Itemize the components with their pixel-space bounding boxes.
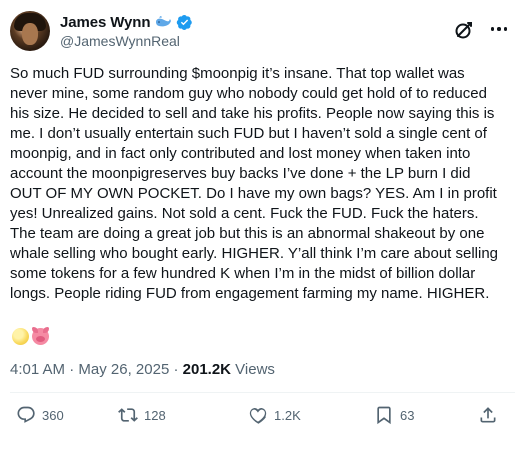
reply-button[interactable]: 360 bbox=[16, 405, 64, 425]
pig-snout bbox=[36, 336, 45, 342]
verified-badge-icon bbox=[176, 14, 193, 31]
tweet-meta: 4:01 AM · May 26, 2025 · 201.2K Views bbox=[10, 361, 275, 378]
timestamp-date[interactable]: May 26, 2025 bbox=[78, 361, 169, 378]
tweet-card: James Wynn @JamesWynnReal So much FUD su… bbox=[0, 0, 525, 449]
dot bbox=[497, 27, 501, 31]
bookmark-button[interactable]: 63 bbox=[374, 405, 414, 425]
meta-separator: · bbox=[65, 361, 79, 378]
repost-count: 128 bbox=[144, 407, 166, 423]
reply-icon bbox=[17, 406, 35, 423]
repost-icon bbox=[118, 408, 138, 422]
like-button[interactable]: 1.2K bbox=[248, 405, 301, 425]
timestamp-time[interactable]: 4:01 AM bbox=[10, 361, 65, 378]
pig-ear bbox=[43, 327, 49, 333]
views-label: Views bbox=[231, 361, 275, 378]
action-bar: 360 128 1.2K 63 bbox=[12, 405, 517, 429]
avatar[interactable] bbox=[10, 11, 50, 51]
pig-emoji bbox=[32, 327, 49, 345]
more-options-icon[interactable] bbox=[487, 19, 511, 39]
bookmark-icon bbox=[377, 406, 391, 425]
whale-icon bbox=[154, 15, 172, 29]
grok-icon[interactable] bbox=[453, 19, 475, 41]
tweet-header: James Wynn @JamesWynnReal bbox=[10, 11, 515, 51]
name-row: James Wynn bbox=[60, 13, 193, 31]
like-count: 1.2K bbox=[274, 407, 301, 423]
meta-separator: · bbox=[169, 361, 183, 378]
handle[interactable]: @JamesWynnReal bbox=[60, 33, 180, 49]
avatar-face bbox=[22, 23, 38, 45]
share-button[interactable] bbox=[478, 405, 498, 425]
share-icon bbox=[480, 407, 496, 423]
reply-count: 360 bbox=[42, 407, 64, 423]
dot bbox=[490, 27, 495, 31]
views-count: 201.2K bbox=[182, 361, 232, 378]
emoji-row bbox=[12, 327, 49, 345]
pig-ear bbox=[32, 327, 38, 333]
repost-button[interactable]: 128 bbox=[118, 405, 166, 425]
dot bbox=[503, 27, 508, 31]
divider bbox=[10, 392, 515, 393]
heart-icon bbox=[249, 408, 267, 424]
tweet-text: So much FUD surrounding $moonpig it’s in… bbox=[10, 65, 499, 302]
bookmark-count: 63 bbox=[400, 407, 415, 423]
display-name[interactable]: James Wynn bbox=[60, 14, 151, 31]
moon-emoji bbox=[12, 328, 29, 345]
